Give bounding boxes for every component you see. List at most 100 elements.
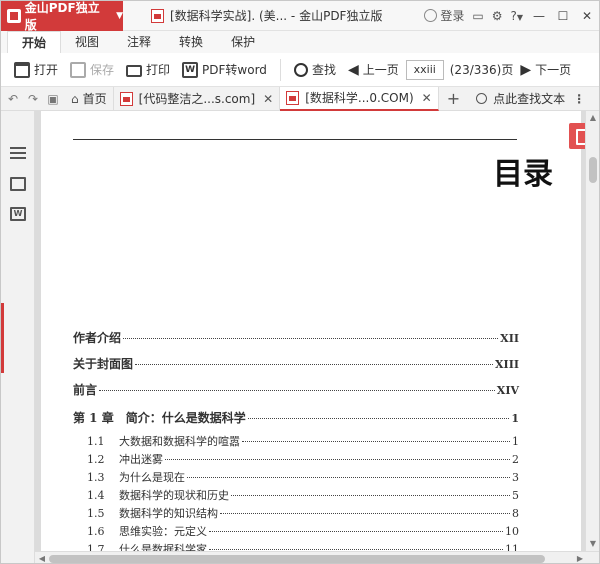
save-icon [70,61,87,78]
toc-number: 1.3 [87,471,105,484]
arrow-left-icon: ◀ [347,61,359,78]
toc-title: 为什么是现在 [119,471,185,484]
comment-icon[interactable] [10,177,26,191]
window-title-text: [数据科学实战]. (美... - 金山PDF独立版 [170,9,383,23]
toc-entry[interactable]: 1.2 冲出迷雾 2 [73,451,519,467]
doc-tab-active[interactable]: [数据科学...0.COM) ✕ [280,86,439,111]
toc-number: 1.1 [87,435,105,448]
printer-icon [126,64,143,77]
pdf-file-icon [151,8,164,23]
toc-entry[interactable]: 1.5 数据科学的知识结构 8 [73,505,519,521]
toc-entry[interactable]: 第 1 章 简介：什么是数据科学 1 [73,409,519,426]
skin-icon[interactable]: ▭ [472,9,483,23]
ribbon-tabs: 开始 视图 注释 转换 保护 [1,31,599,53]
toc-title: 关于封面图 [73,357,134,371]
chevron-down-icon: ▼ [516,12,523,22]
pdf-to-word-label: PDF转word [202,63,267,77]
print-button[interactable]: 打印 [121,57,175,83]
outline-icon[interactable] [10,147,26,161]
title-bar: 金山PDF独立版 ▼ [数据科学实战]. (美... - 金山PDF独立版 登录… [1,1,599,32]
doc-tab-label: 首页 [82,92,107,106]
window-title: [数据科学实战]. (美... - 金山PDF独立版 [123,7,424,24]
pdf-to-word-icon[interactable]: W [10,207,26,221]
tab-home[interactable]: 开始 [7,31,62,53]
toc-entry[interactable]: 前言 XIV [73,381,519,398]
toc-entry[interactable]: 关于封面图 XIII [73,355,519,372]
page-number-input[interactable]: xxiii [405,59,444,80]
app-menu-button[interactable]: 金山PDF独立版 ▼ [1,1,123,32]
open-button[interactable]: 打开 [9,57,63,83]
gear-icon[interactable]: ⚙ [492,9,503,23]
new-tab-button[interactable]: + [447,89,460,108]
toc-entry[interactable]: 作者介绍 XII [73,329,519,346]
close-button[interactable]: ✕ [579,9,595,23]
tab-view[interactable]: 视图 [61,31,113,53]
find-button[interactable]: 查找 [289,57,341,83]
doc-tab-label: [代码整洁之...s.com] [138,92,256,106]
search-icon [476,93,488,104]
toc-page: XIII [495,358,519,371]
tab-annotate[interactable]: 注释 [113,31,165,53]
close-icon[interactable]: ✕ [422,91,432,105]
prev-page-label: 上一页 [362,63,399,77]
app-logo-icon [7,8,21,23]
toc-title: 数据科学的现状和历史 [119,489,229,502]
pdf-to-word-button[interactable]: W PDF转word [177,57,272,83]
next-page-label: 下一页 [535,63,572,77]
scroll-thumb-horizontal[interactable] [49,555,545,563]
maximize-button[interactable]: ☐ [555,9,571,23]
minimize-button[interactable]: — [531,9,547,23]
help-button[interactable]: ?▼ [510,9,523,23]
toc-entry[interactable]: 1.3 为什么是现在 3 [73,469,519,485]
toc-entry[interactable]: 1.6 思维实验：元定义 10 [73,523,519,539]
rail-collapse-handle[interactable] [1,303,4,373]
toc-number: 1.4 [87,489,105,502]
login-button[interactable]: 登录 [423,7,465,24]
toc-entry[interactable]: 1.4 数据科学的现状和历史 5 [73,487,519,503]
doc-tab-home[interactable]: ⌂ 首页 [65,86,114,111]
more-icon[interactable]: ⋮ [573,92,585,106]
user-icon [423,9,437,22]
open-label: 打开 [34,63,59,77]
toolbar-divider [279,58,281,81]
undo-icon[interactable]: ↶ [5,92,21,106]
toc-entry[interactable]: 1.7 什么是数据科学家 11 [73,541,519,551]
word-icon: W [182,61,199,78]
save-button[interactable]: 保存 [65,57,119,83]
scroll-right-icon[interactable]: ▶ [573,552,587,563]
scroll-thumb[interactable] [589,157,597,183]
scroll-down-icon[interactable]: ▼ [586,537,599,551]
scroll-up-icon[interactable]: ▲ [586,111,599,125]
chevron-down-icon: ▼ [116,10,123,21]
close-icon[interactable]: ✕ [263,92,273,106]
app-window: 金山PDF独立版 ▼ [数据科学实战]. (美... - 金山PDF独立版 登录… [0,0,600,564]
toc-number: 1.5 [87,507,105,520]
tab-convert[interactable]: 转换 [165,31,217,53]
redo-icon[interactable]: ↷ [25,92,41,106]
doc-tab[interactable]: [代码整洁之...s.com] ✕ [114,86,281,111]
next-page-button[interactable]: ▶ 下一页 [515,57,576,83]
search-icon [293,62,308,77]
toc-entry[interactable]: 1.1 大数据和数据科学的喧嚣 1 [73,433,519,449]
toc-title: 数据科学的知识结构 [119,507,218,520]
vertical-scrollbar[interactable]: ▲ ▼ [585,111,599,551]
toc-title: 冲出迷雾 [119,453,163,466]
scroll-left-icon[interactable]: ◀ [35,552,49,563]
tab-protect[interactable]: 保护 [217,31,269,53]
document-tabs: ↶ ↷ ▣ ⌂ 首页 [代码整洁之...s.com] ✕ [数据科学...0.C… [1,86,599,111]
arrow-right-icon: ▶ [520,61,532,78]
toolbar: 打开 保存 打印 W PDF转word 查找 ◀ 上一页 xxiii (23/336… [1,53,599,87]
horizontal-scrollbar[interactable]: ◀ ▶ [35,551,599,563]
toc-number: 1.6 [87,525,105,538]
prev-page-button[interactable]: ◀ 上一页 [343,57,404,83]
title-bar-controls: 登录 ▭ ⚙ ?▼ — ☐ ✕ [423,7,599,24]
toc-page: 11 [505,543,519,551]
save-icon[interactable]: ▣ [45,92,61,106]
toc-page: 3 [512,471,519,484]
login-label: 登录 [440,9,465,23]
toc-page: 8 [512,507,519,520]
toc-page: 1 [511,412,519,425]
save-label: 保存 [90,63,115,77]
find-text-box[interactable]: 点此查找文本 [476,90,565,107]
page-heading: 目录 [493,157,553,192]
